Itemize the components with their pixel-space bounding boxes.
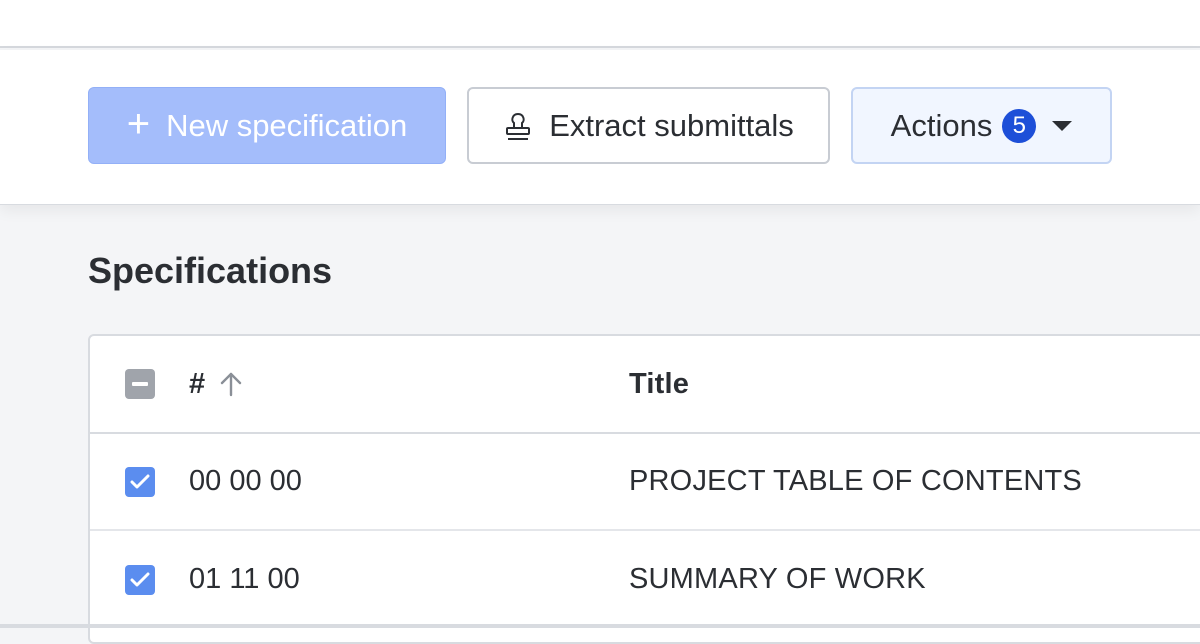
bottom-divider	[0, 624, 1200, 628]
checkbox-checked-icon	[130, 572, 150, 586]
extract-submittals-label: Extract submittals	[549, 107, 794, 143]
actions-dropdown-button[interactable]: Actions 5	[851, 87, 1112, 164]
checkbox-indeterminate-icon	[132, 382, 148, 386]
chevron-down-icon	[1052, 120, 1073, 131]
new-specification-label: New specification	[166, 107, 408, 143]
number-header-label: #	[189, 367, 206, 400]
table-row[interactable]: 01 11 00 SUMMARY OF WORK	[90, 531, 1200, 628]
plus-icon: +	[126, 101, 151, 146]
arrow-up-icon[interactable]	[219, 371, 243, 397]
number-column-header[interactable]: #	[189, 368, 243, 401]
actions-label: Actions	[890, 107, 993, 143]
table-row[interactable]: 00 00 00 PROJECT TABLE OF CONTENTS	[90, 434, 1200, 531]
page-title: Specifications	[88, 250, 333, 291]
new-specification-button[interactable]: + New specification	[88, 87, 446, 164]
spec-number: 01 11 00	[189, 563, 300, 595]
checkbox-checked-icon	[130, 474, 150, 488]
row-checkbox[interactable]	[125, 564, 155, 595]
title-column-header[interactable]: Title	[629, 368, 689, 401]
spec-number: 00 00 00	[189, 465, 302, 497]
spec-title[interactable]: SUMMARY OF WORK	[629, 563, 926, 596]
actions-count-badge: 5	[1002, 108, 1037, 143]
spec-title[interactable]: PROJECT TABLE OF CONTENTS	[629, 465, 1082, 498]
row-checkbox[interactable]	[125, 466, 155, 497]
toolbar: + New specification Extract submittals A…	[0, 50, 1200, 205]
table-header-row: # Title	[90, 336, 1200, 434]
extract-submittals-button[interactable]: Extract submittals	[467, 87, 830, 164]
specifications-table: # Title 00 00 00 PROJECT TABLE OF CONTEN…	[88, 334, 1200, 644]
top-bar	[0, 0, 1200, 48]
select-all-checkbox[interactable]	[125, 369, 155, 399]
stamp-icon	[503, 110, 533, 142]
